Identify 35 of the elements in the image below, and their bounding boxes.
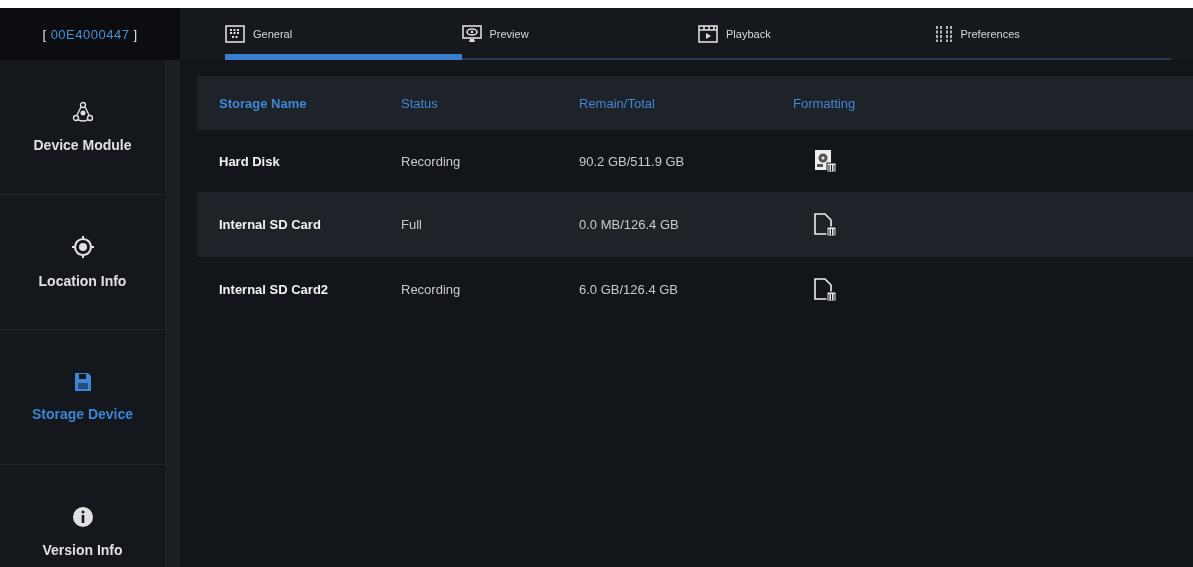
column-header: Status	[401, 95, 439, 111]
sidebar-item[interactable]: Version Info	[0, 465, 165, 567]
tab[interactable]: General	[225, 8, 462, 60]
sliders-icon	[934, 25, 953, 43]
column-header: Storage Name	[219, 95, 308, 111]
network-icon	[71, 101, 94, 123]
format-button[interactable]	[813, 149, 837, 173]
device-id: [ 00E4000447 ]	[42, 26, 138, 42]
file-delete-icon	[813, 277, 837, 302]
tab[interactable]: Preview	[461, 8, 698, 60]
video-icon	[698, 25, 718, 43]
table-cell-text: Full	[401, 217, 423, 232]
file-delete-icon	[813, 212, 837, 237]
table-cell-text: 90.2 GB/511.9 GB	[579, 153, 686, 169]
table-cell-text: 6.0 GB/126.4 GB	[579, 282, 679, 297]
column-header: Formatting	[793, 95, 857, 111]
target-icon	[70, 235, 95, 259]
table-cell-text: Internal SD Card2	[219, 282, 330, 297]
table-cell-text: Recording	[401, 153, 462, 169]
table-cell-text: 0.0 MB/126.4 GB	[579, 217, 680, 232]
info-icon	[71, 506, 94, 528]
tab[interactable]: Preferences	[934, 8, 1171, 60]
disk-delete-icon	[813, 149, 837, 173]
sidebar-item[interactable]: Location Info	[0, 195, 165, 330]
tab[interactable]: Playback	[698, 8, 935, 60]
column-header: Remain/Total	[579, 95, 656, 111]
monitor-eye-icon	[461, 25, 482, 43]
format-button[interactable]	[813, 212, 837, 237]
format-button[interactable]	[813, 277, 837, 302]
table-cell-text: Internal SD Card	[219, 217, 322, 232]
sidebar-item[interactable]: Storage Device	[0, 330, 165, 465]
table-cell-text: Recording	[401, 282, 462, 297]
sidebar-item[interactable]: Device Module	[0, 60, 165, 195]
grid-icon	[225, 25, 245, 43]
table-cell-text: Hard Disk	[219, 153, 281, 169]
